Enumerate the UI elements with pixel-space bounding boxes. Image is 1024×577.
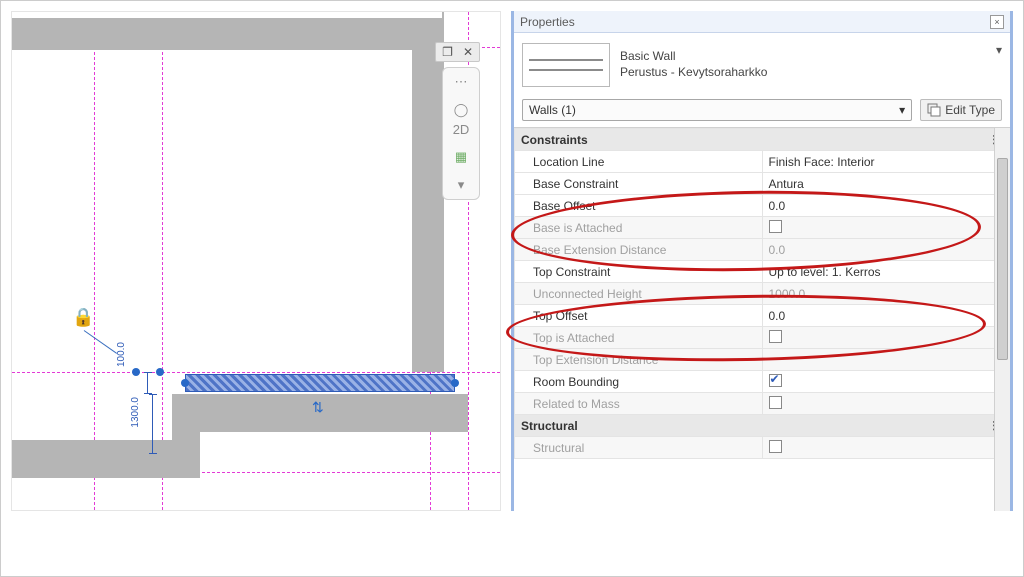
nav-options-icon[interactable]: ⋯	[455, 74, 468, 90]
property-value-cell	[762, 349, 1010, 371]
properties-palette: Properties × Basic Wall Perustus - Kevyt…	[511, 11, 1013, 511]
dimension-label[interactable]: 1300.0	[130, 397, 141, 428]
lock-icon[interactable]: 🔒	[72, 307, 94, 328]
property-value-cell: 0.0	[762, 239, 1010, 261]
property-value-cell	[762, 217, 1010, 239]
checkbox	[769, 396, 782, 409]
nav-expand-icon[interactable]: ▾	[458, 177, 465, 193]
property-value-cell[interactable]: 0.0	[762, 305, 1010, 327]
property-name: Structural	[515, 437, 763, 459]
property-name: Location Line	[515, 151, 763, 173]
property-value-cell	[762, 393, 1010, 415]
property-name: Top Constraint	[515, 261, 763, 283]
checkbox	[769, 440, 782, 453]
properties-title: Properties	[520, 15, 575, 29]
close-icon[interactable]: ×	[990, 15, 1004, 29]
edit-type-icon	[927, 103, 941, 117]
wall-endpoint-handle[interactable]	[181, 379, 189, 387]
edit-type-button[interactable]: Edit Type	[920, 99, 1002, 121]
property-name: Base is Attached	[515, 217, 763, 239]
gridline	[94, 12, 95, 510]
property-name: Base Offset	[515, 195, 763, 217]
vertical-scrollbar[interactable]	[994, 128, 1010, 511]
chevron-down-icon[interactable]: ▾	[996, 43, 1002, 57]
property-name: Related to Mass	[515, 393, 763, 415]
property-value-cell	[762, 327, 1010, 349]
navigation-bar: ⋯ ◯ 2D ▦ ▾	[442, 67, 480, 200]
viewcube-icon[interactable]: ◯	[454, 102, 469, 118]
gridline	[12, 372, 500, 373]
property-name: Top is Attached	[515, 327, 763, 349]
property-group-header[interactable]: Structural☰	[515, 415, 1010, 437]
property-name: Top Extension Distance	[515, 349, 763, 371]
wall-control-handle[interactable]	[156, 368, 164, 376]
wall-endpoint-handle[interactable]	[451, 379, 459, 387]
property-value-cell[interactable]: Antura	[762, 173, 1010, 195]
gridline	[162, 12, 163, 510]
viewcube-mode-label: 2D	[453, 122, 470, 137]
checkbox[interactable]	[769, 374, 782, 387]
selected-wall[interactable]	[185, 374, 455, 392]
edit-type-label: Edit Type	[945, 103, 995, 117]
instance-filter-label: Walls (1)	[529, 103, 576, 117]
property-name: Top Offset	[515, 305, 763, 327]
flip-control-icon[interactable]: ⇅	[312, 399, 324, 416]
property-value-cell: 1000.0	[762, 283, 1010, 305]
type-selector[interactable]: Basic Wall Perustus - Kevytsoraharkko ▾	[514, 33, 1010, 97]
property-value-cell[interactable]: Finish Face: Interior	[762, 151, 1010, 173]
close-view-icon[interactable]: ✕	[463, 45, 473, 59]
checkbox	[769, 220, 782, 233]
checkbox	[769, 330, 782, 343]
nav-tool-icon[interactable]: ▦	[455, 149, 467, 165]
dimension-label[interactable]: 100.0	[116, 342, 127, 367]
view-window-controls: ❐ ✕	[435, 42, 480, 62]
dimension-bracket	[152, 394, 160, 454]
property-value-cell	[762, 437, 1010, 459]
drawing-canvas[interactable]: ⇅ 100.0 1300.0 🔒 ❐ ✕ ⋯ ◯ 2D ▦ ▾	[11, 11, 501, 511]
property-value-cell[interactable]	[762, 371, 1010, 393]
type-family-label: Basic Wall	[620, 49, 767, 65]
property-group-header[interactable]: Constraints☰	[515, 129, 1010, 151]
property-name: Base Extension Distance	[515, 239, 763, 261]
property-name: Room Bounding	[515, 371, 763, 393]
property-name: Unconnected Height	[515, 283, 763, 305]
properties-grid: Constraints☰Location LineFinish Face: In…	[514, 127, 1010, 511]
type-name-label: Perustus - Kevytsoraharkko	[620, 65, 767, 81]
property-name: Base Constraint	[515, 173, 763, 195]
restore-view-icon[interactable]: ❐	[442, 45, 453, 59]
chevron-down-icon: ▾	[899, 103, 905, 117]
property-value-cell[interactable]: 0.0	[762, 195, 1010, 217]
property-value-cell[interactable]: Up to level: 1. Kerros	[762, 261, 1010, 283]
dimension-bracket	[147, 372, 155, 394]
instance-filter-dropdown[interactable]: Walls (1) ▾	[522, 99, 912, 121]
wall-control-handle[interactable]	[132, 368, 140, 376]
type-thumbnail	[522, 43, 610, 87]
